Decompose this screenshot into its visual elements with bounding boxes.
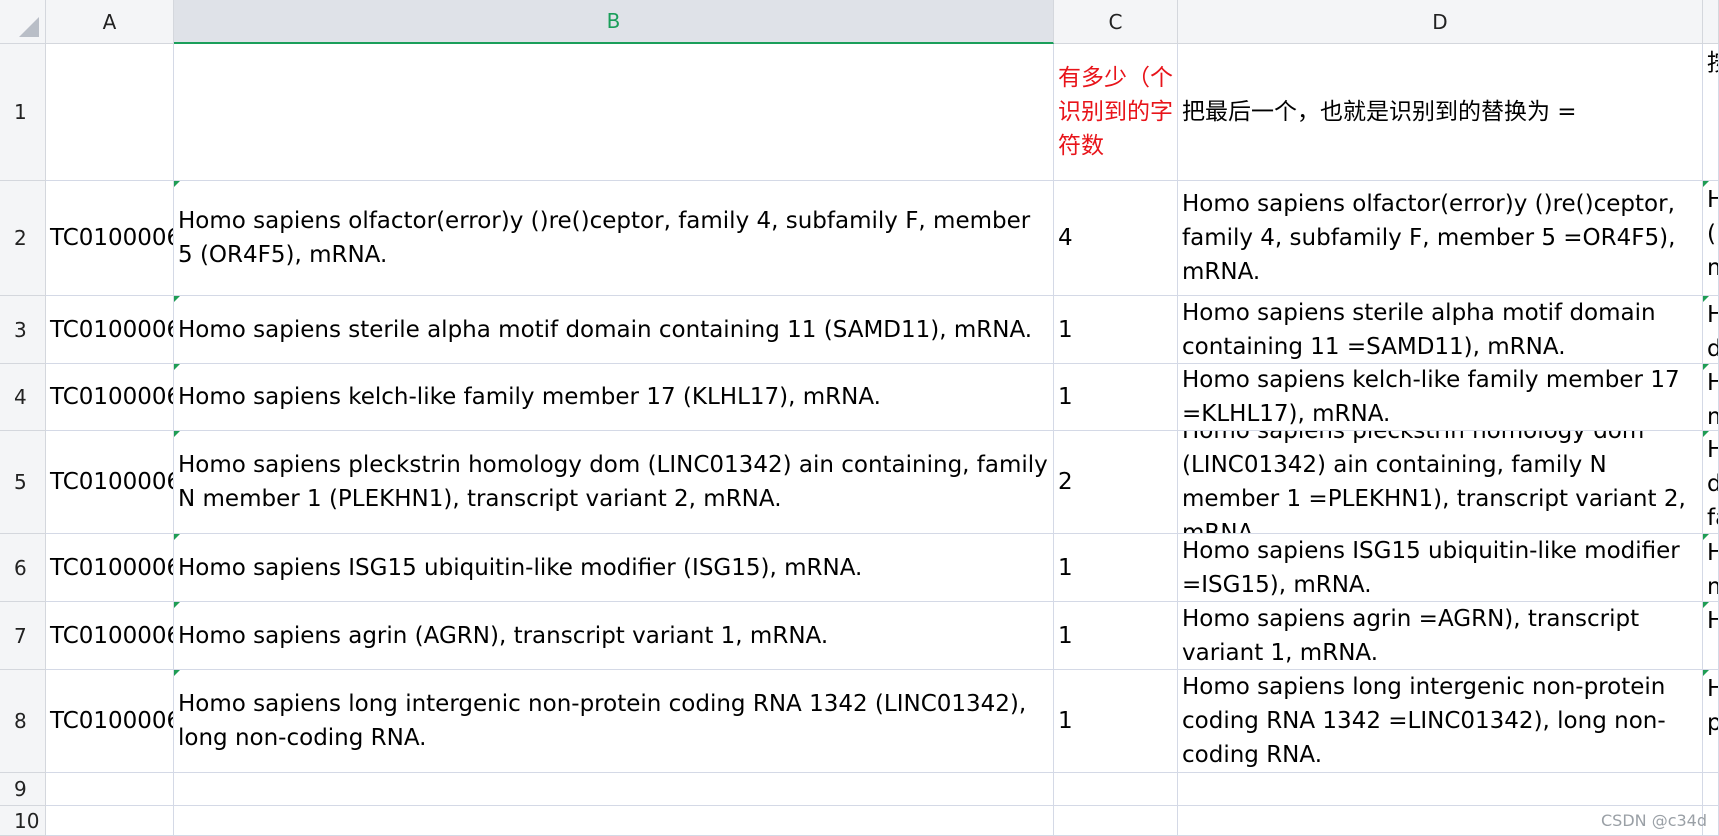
row-header-1[interactable]: 1 <box>0 44 46 181</box>
cell-D9[interactable] <box>1178 773 1703 806</box>
column-header-b[interactable]: B <box>174 0 1054 44</box>
cell-D2[interactable]: Homo sapiens olfactor(error)y ()re()cept… <box>1178 181 1703 296</box>
text-format-indicator <box>174 296 180 302</box>
cell-E7[interactable]: H <box>1703 602 1719 670</box>
text-format-indicator <box>1703 670 1709 676</box>
row-header-6[interactable]: 6 <box>0 534 46 602</box>
cell-E3[interactable]: H d <box>1703 296 1719 364</box>
cell-D1[interactable]: 把最后一个，也就是识别到的替换为 = <box>1178 44 1703 181</box>
text-format-indicator <box>1703 364 1709 370</box>
cell-E9[interactable] <box>1703 773 1719 806</box>
text-format-indicator <box>174 181 180 187</box>
row-header-3[interactable]: 3 <box>0 296 46 364</box>
text-format-indicator <box>174 670 180 676</box>
row-header-5[interactable]: 5 <box>0 431 46 534</box>
column-header-d[interactable]: D <box>1178 0 1703 44</box>
cell-A3[interactable]: TC0100006 <box>46 296 174 364</box>
cell-C4[interactable]: 1 <box>1054 364 1178 431</box>
cell-D8[interactable]: Homo sapiens long intergenic non-protein… <box>1178 670 1703 773</box>
text-format-indicator <box>1703 431 1709 437</box>
cell-C3[interactable]: 1 <box>1054 296 1178 364</box>
cell-E6[interactable]: H m <box>1703 534 1719 602</box>
row-header-4[interactable]: 4 <box>0 364 46 431</box>
cell-A10[interactable] <box>46 806 174 836</box>
cell-B6[interactable]: Homo sapiens ISG15 ubiquitin-like modifi… <box>174 534 1054 602</box>
watermark: CSDN @c34d <box>1600 811 1707 830</box>
cell-C1[interactable]: 有多少（个识别到的字符数 <box>1054 44 1178 181</box>
cell-D6[interactable]: Homo sapiens ISG15 ubiquitin-like modifi… <box>1178 534 1703 602</box>
cell-B7[interactable]: Homo sapiens agrin (AGRN), transcript va… <box>174 602 1054 670</box>
cell-E1[interactable]: 按 <box>1703 44 1719 181</box>
cell-B8[interactable]: Homo sapiens long intergenic non-protein… <box>174 670 1054 773</box>
text-format-indicator <box>174 364 180 370</box>
cell-D4[interactable]: Homo sapiens kelch-like family member 17… <box>1178 364 1703 431</box>
cell-A7[interactable]: TC0100006 <box>46 602 174 670</box>
cell-C6[interactable]: 1 <box>1054 534 1178 602</box>
select-all-icon <box>19 17 39 37</box>
cell-E4[interactable]: H m <box>1703 364 1719 431</box>
column-header-c[interactable]: C <box>1054 0 1178 44</box>
text-format-indicator <box>1703 534 1709 540</box>
column-header-e[interactable] <box>1703 0 1719 44</box>
cell-A5[interactable]: TC0100006 <box>46 431 174 534</box>
cell-C9[interactable] <box>1054 773 1178 806</box>
cell-C5[interactable]: 2 <box>1054 431 1178 534</box>
cell-B2[interactable]: Homo sapiens olfactor(error)y ()re()cept… <box>174 181 1054 296</box>
cell-D5[interactable]: Homo sapiens pleckstrin homology dom (LI… <box>1178 431 1703 534</box>
cell-A9[interactable] <box>46 773 174 806</box>
cell-C7[interactable]: 1 <box>1054 602 1178 670</box>
row-header-10[interactable]: 10 <box>0 806 46 836</box>
cell-D3[interactable]: Homo sapiens sterile alpha motif domain … <box>1178 296 1703 364</box>
spreadsheet: A B C D 1 有多少（个识别到的字符数把最后一个，也就是识别到的替换为 =按… <box>0 0 1719 836</box>
text-format-indicator <box>174 431 180 437</box>
cell-B5[interactable]: Homo sapiens pleckstrin homology dom (LI… <box>174 431 1054 534</box>
row-header-8[interactable]: 8 <box>0 670 46 773</box>
cell-C2[interactable]: 4 <box>1054 181 1178 296</box>
cell-A6[interactable]: TC0100006 <box>46 534 174 602</box>
cell-B3[interactable]: Homo sapiens sterile alpha motif domain … <box>174 296 1054 364</box>
text-format-indicator <box>1703 181 1709 187</box>
text-format-indicator <box>1703 602 1709 608</box>
cell-E2[interactable]: H () m <box>1703 181 1719 296</box>
cell-A2[interactable]: TC0100006 <box>46 181 174 296</box>
text-format-indicator <box>1703 296 1709 302</box>
column-header-a[interactable]: A <box>46 0 174 44</box>
cell-B9[interactable] <box>174 773 1054 806</box>
row-header-7[interactable]: 7 <box>0 602 46 670</box>
cell-E5[interactable]: H d fa <box>1703 431 1719 534</box>
text-format-indicator <box>174 534 180 540</box>
cell-B1[interactable] <box>174 44 1054 181</box>
text-format-indicator <box>174 602 180 608</box>
cell-C8[interactable]: 1 <box>1054 670 1178 773</box>
cell-A1[interactable] <box>46 44 174 181</box>
cell-E8[interactable]: H p <box>1703 670 1719 773</box>
cell-A8[interactable]: TC0100006 <box>46 670 174 773</box>
select-all-corner[interactable] <box>0 0 46 44</box>
cell-D7[interactable]: Homo sapiens agrin =AGRN), transcript va… <box>1178 602 1703 670</box>
cell-C10[interactable] <box>1054 806 1178 836</box>
cell-B10[interactable] <box>174 806 1054 836</box>
cell-B4[interactable]: Homo sapiens kelch-like family member 17… <box>174 364 1054 431</box>
row-header-9[interactable]: 9 <box>0 773 46 806</box>
row-header-2[interactable]: 2 <box>0 181 46 296</box>
cell-A4[interactable]: TC0100006 <box>46 364 174 431</box>
